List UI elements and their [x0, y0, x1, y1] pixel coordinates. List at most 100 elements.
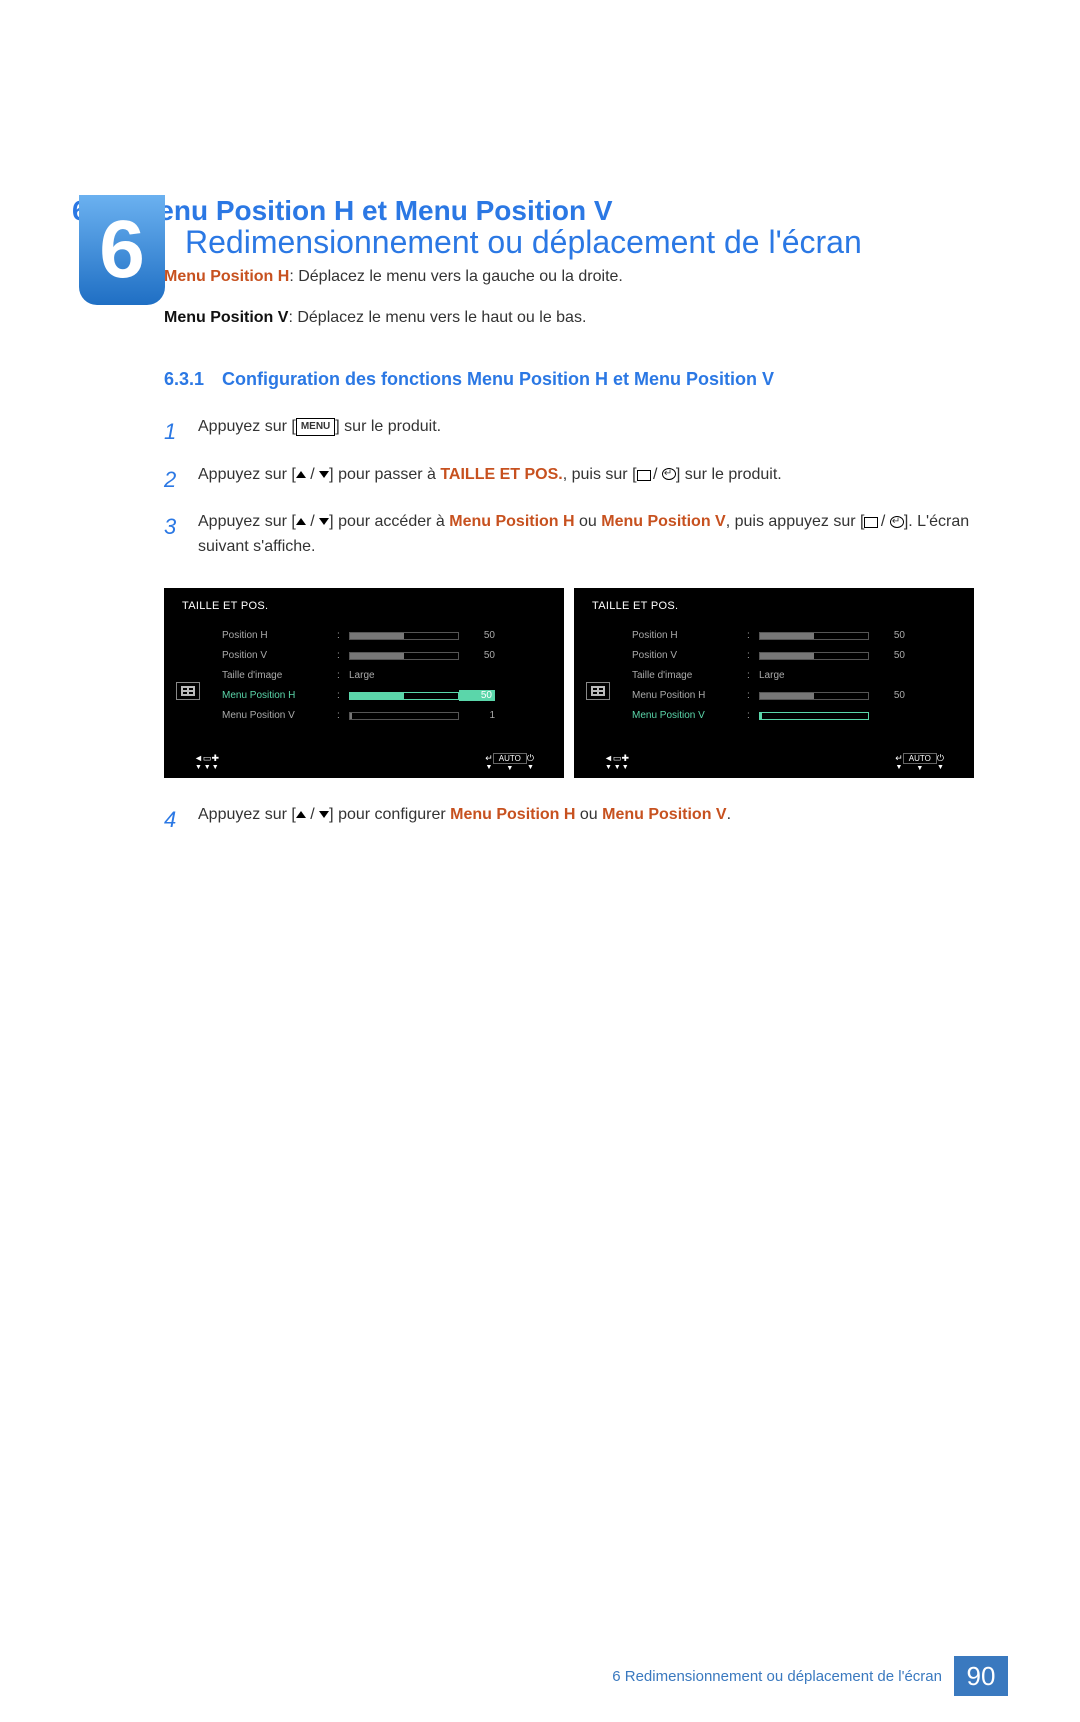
- osd-label: Position V: [632, 650, 747, 661]
- osd-value: 50: [459, 690, 495, 701]
- osd-value: 50: [869, 690, 905, 701]
- nav-power-icon: ⏻▼: [527, 754, 534, 771]
- osd-nav: ◄▼ ▭▼ ✚▼ ↵▼ AUTO▼ ⏻▼: [164, 753, 564, 772]
- step-2: Appuyez sur [ / ] pour passer à TAILLE E…: [164, 456, 1008, 503]
- up-arrow-icon: [296, 811, 306, 818]
- osd-panel-h: TAILLE ET POS. Position H: 50 Position V…: [164, 588, 564, 778]
- step-4-text-b: ] pour configurer: [329, 806, 450, 823]
- osd-row-posh: Position H: 50: [632, 626, 960, 646]
- step-4-mid: ou: [575, 806, 602, 823]
- osd-label: Menu Position H: [222, 690, 337, 701]
- footer-text: 6 Redimensionnement ou déplacement de l'…: [612, 1668, 942, 1685]
- osd-label: Position V: [222, 650, 337, 661]
- source-icon: [864, 517, 876, 526]
- osd-row-menuh: Menu Position H: 50: [632, 686, 960, 706]
- down-arrow-icon: [319, 811, 329, 818]
- osd-screenshots: TAILLE ET POS. Position H: 50 Position V…: [164, 588, 1008, 778]
- nav-back-icon: ◄▼: [604, 754, 613, 771]
- chapter-number-tab: 6: [79, 195, 165, 305]
- page-number: 90: [954, 1656, 1008, 1696]
- osd-row-menuv: Menu Position V: 1: [222, 706, 550, 726]
- intro-paragraph: Menu Position H: Déplacez le menu vers l…: [164, 263, 1008, 331]
- osd-label: Taille d'image: [632, 670, 747, 681]
- osd-label: Menu Position H: [632, 690, 747, 701]
- menu-button-icon: MENU: [296, 418, 335, 436]
- slider-icon: [349, 632, 459, 640]
- intro-h-label: Menu Position H: [164, 268, 289, 285]
- osd-label: Menu Position V: [222, 710, 337, 721]
- slider-icon: [349, 652, 459, 660]
- step-2-text-d: ] sur le produit.: [676, 466, 782, 483]
- osd-value: 1: [459, 710, 495, 721]
- nav-minus-icon: ▭▼: [613, 754, 622, 771]
- slider-icon: [759, 632, 869, 640]
- subsection-title: Configuration des fonctions Menu Positio…: [222, 369, 774, 390]
- osd-value: 50: [459, 650, 495, 661]
- osd-value: 50: [459, 630, 495, 641]
- osd-category-icon: [176, 682, 200, 700]
- slider-icon: [349, 692, 459, 700]
- step-3-accent-1: Menu Position H: [449, 513, 574, 530]
- osd-row-posh: Position H: 50: [222, 626, 550, 646]
- osd-label: Position H: [222, 630, 337, 641]
- nav-plus-icon: ✚▼: [211, 754, 219, 771]
- step-1: Appuyez sur [MENU] sur le produit.: [164, 408, 1008, 455]
- nav-power-icon: ⏻▼: [937, 754, 944, 771]
- step-2-accent: TAILLE ET POS.: [440, 466, 562, 483]
- down-arrow-icon: [319, 518, 329, 525]
- osd-title: TAILLE ET POS.: [182, 600, 550, 612]
- osd-nav: ◄▼ ▭▼ ✚▼ ↵▼ AUTO▼ ⏻▼: [574, 753, 974, 772]
- step-4-text-c: .: [727, 806, 731, 823]
- osd-row-taille: Taille d'image: Large: [632, 666, 960, 686]
- osd-label: Menu Position V: [632, 710, 747, 721]
- step-4-text-a: Appuyez sur [: [198, 806, 296, 823]
- page-footer: 6 Redimensionnement ou déplacement de l'…: [0, 1656, 1080, 1696]
- nav-minus-icon: ▭▼: [203, 754, 212, 771]
- step-3: Appuyez sur [ / ] pour accéder à Menu Po…: [164, 503, 1008, 566]
- osd-row-posv: Position V: 50: [632, 646, 960, 666]
- osd-label: Taille d'image: [222, 670, 337, 681]
- osd-value: 50: [869, 650, 905, 661]
- slider-icon: [349, 712, 459, 720]
- step-1-text-a: Appuyez sur [: [198, 418, 296, 435]
- nav-plus-icon: ✚▼: [621, 754, 629, 771]
- slider-icon: [759, 692, 869, 700]
- osd-row-menuh-selected: Menu Position H: 50: [222, 686, 550, 706]
- up-arrow-icon: [296, 518, 306, 525]
- nav-back-icon: ◄▼: [194, 754, 203, 771]
- steps-list: Appuyez sur [MENU] sur le produit. Appuy…: [164, 408, 1008, 566]
- intro-v-label: Menu Position V: [164, 309, 288, 326]
- step-3-text-a: Appuyez sur [: [198, 513, 296, 530]
- source-icon: [637, 470, 649, 479]
- osd-label: Position H: [632, 630, 747, 641]
- step-3-accent-2: Menu Position V: [601, 513, 725, 530]
- osd-category-icon: [586, 682, 610, 700]
- slider-icon: [759, 712, 869, 720]
- step-4-accent-1: Menu Position H: [450, 806, 575, 823]
- intro-h-text: : Déplacez le menu vers la gauche ou la …: [289, 268, 623, 285]
- enter-icon: [662, 468, 676, 480]
- steps-list-cont: Appuyez sur [ / ] pour configurer Menu P…: [164, 796, 1008, 843]
- osd-row-menuv-selected: Menu Position V: 0: [632, 706, 960, 726]
- osd-row-posv: Position V: 50: [222, 646, 550, 666]
- step-3-text-c: , puis appuyez sur [: [726, 513, 865, 530]
- subsection-heading: 6.3.1 Configuration des fonctions Menu P…: [164, 369, 1008, 390]
- step-4: Appuyez sur [ / ] pour configurer Menu P…: [164, 796, 1008, 843]
- step-4-accent-2: Menu Position V: [602, 806, 726, 823]
- osd-row-taille: Taille d'image: Large: [222, 666, 550, 686]
- nav-enter-icon: ↵▼: [895, 754, 903, 771]
- osd-value: 50: [869, 630, 905, 641]
- slider-icon: [759, 652, 869, 660]
- up-arrow-icon: [296, 471, 306, 478]
- step-2-text-c: , puis sur [: [563, 466, 637, 483]
- step-2-text-b: ] pour passer à: [329, 466, 440, 483]
- nav-enter-icon: ↵▼: [485, 754, 493, 771]
- osd-title: TAILLE ET POS.: [592, 600, 960, 612]
- step-3-mid: ou: [575, 513, 602, 530]
- nav-auto-icon: AUTO▼: [493, 753, 527, 772]
- osd-value: Large: [759, 670, 829, 681]
- chapter-title: Redimensionnement ou déplacement de l'éc…: [185, 223, 1000, 261]
- nav-auto-icon: AUTO▼: [903, 753, 937, 772]
- down-arrow-icon: [319, 471, 329, 478]
- osd-value: Large: [349, 670, 419, 681]
